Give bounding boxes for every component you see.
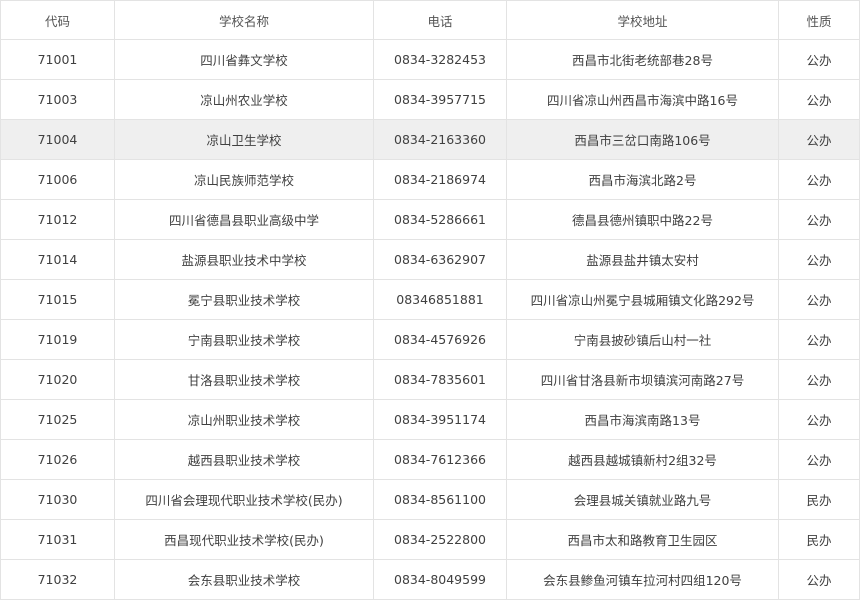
table-row: 71025 凉山州职业技术学校 0834-3951174 西昌市海滨南路13号 公办 (0, 400, 860, 440)
table-row: 71012 四川省德昌县职业高级中学 0834-5286661 德昌县德州镇职中路22… (0, 200, 860, 240)
cell-code: 71001 (0, 40, 115, 80)
cell-type: 公办 (779, 400, 860, 440)
cell-phone: 08346851881 (374, 280, 507, 320)
cell-school-name: 四川省彝文学校 (115, 40, 374, 80)
cell-address: 四川省甘洛县新市坝镇滨河南路27号 (507, 360, 779, 400)
table-header-row: 代码 学校名称 电话 学校地址 性质 (0, 0, 860, 40)
cell-code: 71025 (0, 400, 115, 440)
cell-type: 民办 (779, 520, 860, 560)
cell-type: 公办 (779, 120, 860, 160)
table-row: 71001 四川省彝文学校 0834-3282453 西昌市北街老统部巷28号 公办 (0, 40, 860, 80)
cell-school-name: 西昌现代职业技术学校(民办) (115, 520, 374, 560)
cell-address: 西昌市北街老统部巷28号 (507, 40, 779, 80)
cell-code: 71026 (0, 440, 115, 480)
cell-address: 德昌县德州镇职中路22号 (507, 200, 779, 240)
cell-address: 会理县城关镇就业路九号 (507, 480, 779, 520)
cell-phone: 0834-2163360 (374, 120, 507, 160)
cell-school-name: 四川省德昌县职业高级中学 (115, 200, 374, 240)
cell-phone: 0834-8561100 (374, 480, 507, 520)
header-address: 学校地址 (507, 0, 779, 40)
cell-school-name: 会东县职业技术学校 (115, 560, 374, 600)
cell-code: 71015 (0, 280, 115, 320)
cell-address: 四川省凉山州西昌市海滨中路16号 (507, 80, 779, 120)
cell-type: 公办 (779, 80, 860, 120)
cell-school-name: 宁南县职业技术学校 (115, 320, 374, 360)
cell-school-name: 冕宁县职业技术学校 (115, 280, 374, 320)
cell-code: 71019 (0, 320, 115, 360)
cell-type: 公办 (779, 440, 860, 480)
table-row: 71026 越西县职业技术学校 0834-7612366 越西县越城镇新村2组32号公… (0, 440, 860, 480)
cell-address: 西昌市太和路教育卫生园区 (507, 520, 779, 560)
cell-type: 公办 (779, 560, 860, 600)
cell-type: 民办 (779, 480, 860, 520)
table-row: 71004 凉山卫生学校 0834-2163360 西昌市三岔口南路106号 公办 (0, 120, 860, 160)
cell-type: 公办 (779, 200, 860, 240)
cell-address: 西昌市海滨北路2号 (507, 160, 779, 200)
cell-phone: 0834-3282453 (374, 40, 507, 80)
cell-school-name: 四川省会理现代职业技术学校(民办) (115, 480, 374, 520)
school-table: 代码 学校名称 电话 学校地址 性质 71001 四川省彝文学校 0834-3282… (0, 0, 860, 600)
cell-type: 公办 (779, 160, 860, 200)
table-row: 71003 凉山州农业学校 0834-3957715 四川省凉山州西昌市海滨中路16号… (0, 80, 860, 120)
cell-school-name: 凉山卫生学校 (115, 120, 374, 160)
cell-address: 盐源县盐井镇太安村 (507, 240, 779, 280)
cell-phone: 0834-2522800 (374, 520, 507, 560)
cell-school-name: 甘洛县职业技术学校 (115, 360, 374, 400)
cell-school-name: 凉山民族师范学校 (115, 160, 374, 200)
cell-address: 四川省凉山州冕宁县城厢镇文化路292号 (507, 280, 779, 320)
cell-code: 71014 (0, 240, 115, 280)
cell-address: 西昌市海滨南路13号 (507, 400, 779, 440)
cell-phone: 0834-4576926 (374, 320, 507, 360)
cell-code: 71012 (0, 200, 115, 240)
cell-code: 71031 (0, 520, 115, 560)
cell-address: 宁南县披砂镇后山村一社 (507, 320, 779, 360)
table-row: 71015 冕宁县职业技术学校 08346851881 四川省凉山州冕宁县城厢镇文化路… (0, 280, 860, 320)
cell-code: 71030 (0, 480, 115, 520)
cell-phone: 0834-2186974 (374, 160, 507, 200)
cell-code: 71006 (0, 160, 115, 200)
table-row: 71031 西昌现代职业技术学校(民办) 0834-2522800 西昌市太和路教育卫… (0, 520, 860, 560)
cell-school-name: 盐源县职业技术中学校 (115, 240, 374, 280)
header-code: 代码 (0, 0, 115, 40)
table-row: 71014 盐源县职业技术中学校 0834-6362907 盐源县盐井镇太安村 公办 (0, 240, 860, 280)
cell-type: 公办 (779, 280, 860, 320)
cell-address: 越西县越城镇新村2组32号 (507, 440, 779, 480)
cell-code: 71003 (0, 80, 115, 120)
table-row: 71032 会东县职业技术学校 0834-8049599 会东县鲹鱼河镇车拉河村四组1… (0, 560, 860, 600)
cell-type: 公办 (779, 360, 860, 400)
table-row: 71006 凉山民族师范学校 0834-2186974 西昌市海滨北路2号 公办 (0, 160, 860, 200)
cell-address: 会东县鲹鱼河镇车拉河村四组120号 (507, 560, 779, 600)
cell-code: 71020 (0, 360, 115, 400)
cell-phone: 0834-6362907 (374, 240, 507, 280)
table-row: 71020 甘洛县职业技术学校 0834-7835601 四川省甘洛县新市坝镇滨河南路… (0, 360, 860, 400)
header-phone: 电话 (374, 0, 507, 40)
cell-phone: 0834-8049599 (374, 560, 507, 600)
table-row: 71030 四川省会理现代职业技术学校(民办) 0834-8561100 会理县城关镇… (0, 480, 860, 520)
cell-address: 西昌市三岔口南路106号 (507, 120, 779, 160)
cell-type: 公办 (779, 320, 860, 360)
cell-school-name: 凉山州农业学校 (115, 80, 374, 120)
cell-code: 71032 (0, 560, 115, 600)
cell-phone: 0834-5286661 (374, 200, 507, 240)
cell-school-name: 越西县职业技术学校 (115, 440, 374, 480)
cell-phone: 0834-3951174 (374, 400, 507, 440)
cell-code: 71004 (0, 120, 115, 160)
cell-phone: 0834-3957715 (374, 80, 507, 120)
header-type: 性质 (779, 0, 860, 40)
cell-phone: 0834-7612366 (374, 440, 507, 480)
cell-phone: 0834-7835601 (374, 360, 507, 400)
header-school-name: 学校名称 (115, 0, 374, 40)
table-body: 71001 四川省彝文学校 0834-3282453 西昌市北街老统部巷28号 公办 71… (0, 40, 860, 600)
cell-type: 公办 (779, 240, 860, 280)
table-row: 71019 宁南县职业技术学校 0834-4576926 宁南县披砂镇后山村一社 公办 (0, 320, 860, 360)
cell-school-name: 凉山州职业技术学校 (115, 400, 374, 440)
cell-type: 公办 (779, 40, 860, 80)
